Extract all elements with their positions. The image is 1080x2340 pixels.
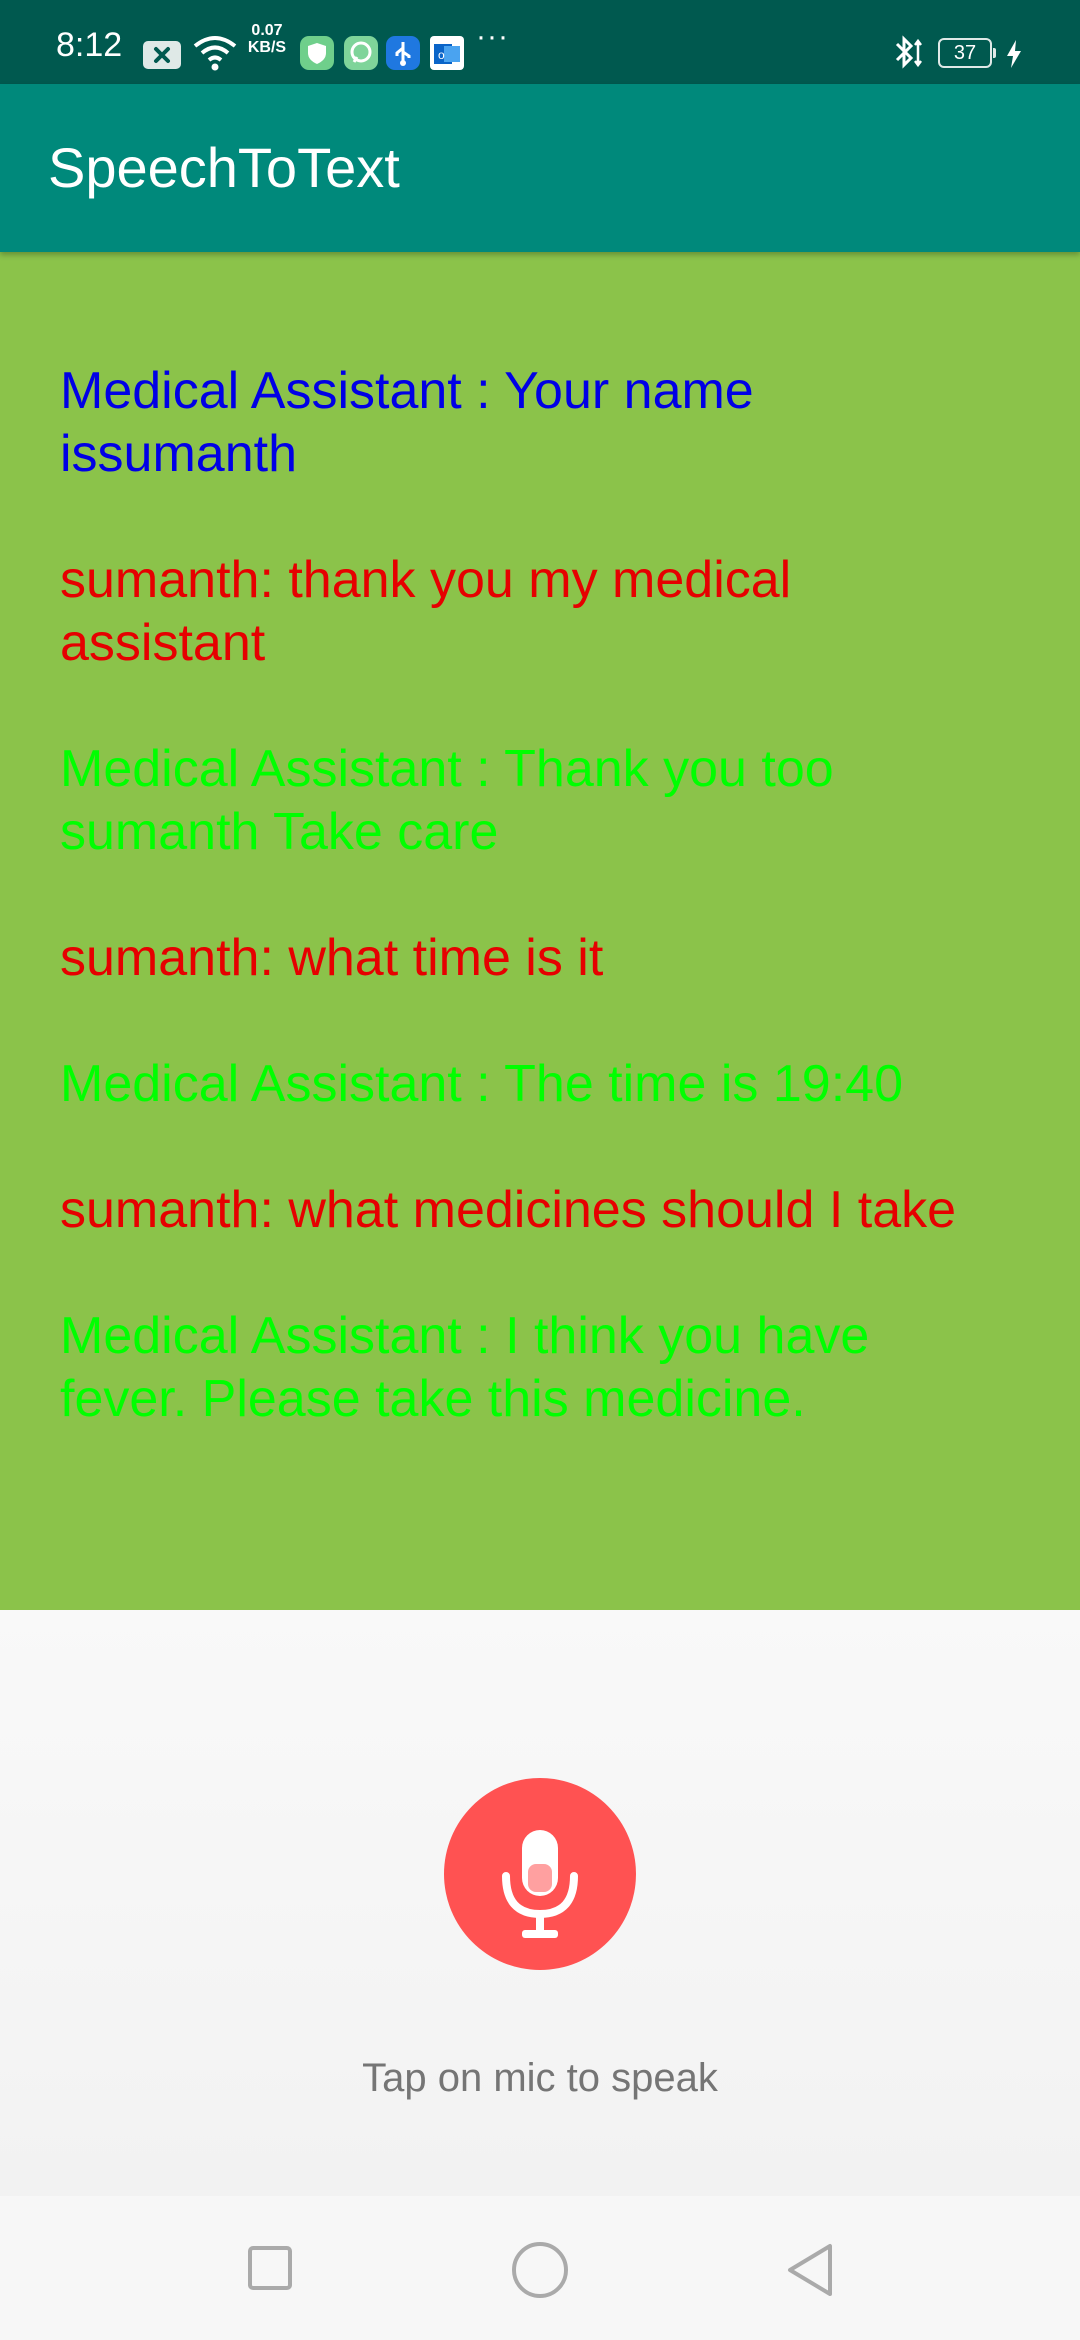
app-bar: SpeechToText [0, 84, 1080, 252]
outlook-app-icon: o [430, 36, 464, 70]
navigation-bar [0, 2196, 1080, 2340]
battery-icon: 37 [938, 38, 996, 68]
conversation-panel: Medical Assistant : Your name issumanth … [0, 252, 1080, 1610]
message-assistant: Medical Assistant : I think you have fev… [60, 1307, 870, 1428]
network-speed-value: 0.07 [251, 22, 283, 39]
more-icon: ··· [476, 20, 509, 53]
message-user: sumanth: what time is it [60, 929, 604, 987]
status-time: 8:12 [56, 26, 123, 64]
app-title: SpeechToText [48, 136, 400, 199]
charging-icon [1004, 38, 1024, 75]
shield-app-icon [300, 36, 334, 70]
microphone-icon [502, 1830, 578, 1938]
bluetooth-icon [890, 34, 930, 77]
close-notification-icon [142, 40, 182, 75]
message-user: sumanth: thank you my medical assistant [60, 551, 792, 672]
recent-apps-icon[interactable] [242, 2240, 298, 2301]
usb-icon [386, 36, 420, 70]
mic-hint: Tap on mic to speak [362, 2056, 718, 2100]
network-speed: 0.07 KB/S [244, 22, 290, 56]
message-assistant: Medical Assistant : Thank you too sumant… [60, 740, 834, 861]
mic-button[interactable] [444, 1778, 636, 1970]
chat-app-icon [344, 36, 378, 70]
message-assistant: Medical Assistant : The time is 19:40 [60, 1055, 903, 1113]
message-assistant: Medical Assistant : Your name issumanth [60, 362, 754, 483]
wifi-icon [192, 32, 238, 77]
home-icon[interactable] [510, 2240, 570, 2305]
status-bar: 8:12 0.07 KB/S o ··· 37 [0, 0, 1080, 84]
svg-text:o: o [438, 48, 445, 62]
message-user: sumanth: what medicines should I take [60, 1181, 957, 1239]
network-speed-unit: KB/S [247, 39, 287, 56]
mic-area: Tap on mic to speak [0, 1610, 1080, 2196]
back-icon[interactable] [782, 2240, 838, 2305]
